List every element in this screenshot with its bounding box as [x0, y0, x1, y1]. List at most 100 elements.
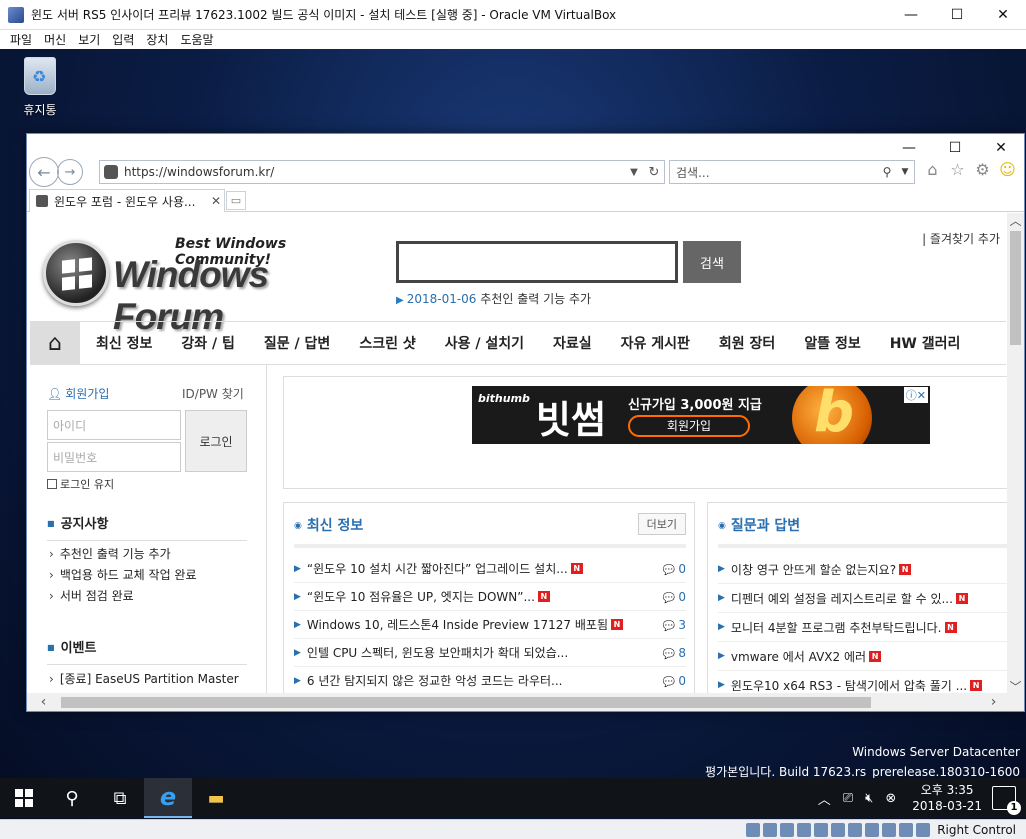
minimize-button[interactable]: — — [888, 0, 934, 30]
refresh-icon[interactable]: ↻ — [644, 165, 664, 180]
menu-view[interactable]: 보기 — [78, 31, 100, 48]
scroll-thumb[interactable] — [1010, 231, 1021, 345]
notice-item[interactable]: 추천인 출력 기능 추가 — [49, 545, 197, 566]
usb-icon[interactable] — [814, 822, 829, 837]
username-input[interactable]: 아이디 — [47, 410, 181, 440]
menu-file[interactable]: 파일 — [10, 31, 32, 48]
list-item[interactable]: ▶ Windows 10, 레드스톤4 Inside Preview 17127 … — [294, 611, 686, 639]
list-item[interactable]: ▶ 모니터 4분할 프로그램 추천부탁드립니다. N — [718, 613, 1008, 642]
list-item[interactable]: ▶ vmware 에서 AVX2 에러 N — [718, 642, 1008, 671]
menu-input[interactable]: 입력 — [112, 31, 134, 48]
site-search-input[interactable] — [396, 241, 678, 283]
clock[interactable]: 오후 3:35 2018-03-21 — [912, 782, 982, 814]
recycle-bin-shortcut[interactable]: 휴지통 — [14, 57, 66, 118]
nav-free-board[interactable]: 자유 게시판 — [621, 333, 690, 353]
find-id-pw-link[interactable]: ID/PW 찾기 — [182, 385, 244, 402]
nav-deals[interactable]: 알뜰 정보 — [804, 333, 860, 353]
display-icon[interactable] — [848, 822, 863, 837]
menu-devices[interactable]: 장치 — [146, 31, 168, 48]
feedback-smiley-icon[interactable]: ☺ — [995, 160, 1020, 179]
keep-login-checkbox[interactable]: 로그인 유지 — [47, 476, 114, 492]
scroll-left-icon[interactable]: ‹ — [35, 693, 52, 711]
nav-reviews[interactable]: 사용 / 설치기 — [445, 333, 524, 353]
more-button[interactable]: 더보기 — [637, 513, 686, 535]
menu-help[interactable]: 도움말 — [180, 31, 213, 48]
signup-label: 회원가입 — [65, 387, 110, 401]
ad-close-icon[interactable]: ⓘ✕ — [903, 387, 928, 403]
nav-hw-gallery[interactable]: HW 갤러리 — [890, 333, 961, 353]
forward-button[interactable]: → — [57, 159, 83, 185]
list-item[interactable]: ▶6 년간 탐지되지 않은 정교한 악성 코드는 라우터...0 — [294, 667, 686, 693]
network-icon[interactable]: ⎚ — [843, 791, 853, 806]
maximize-button[interactable]: ☐ — [934, 0, 980, 30]
home-icon[interactable]: ⌂ — [920, 160, 945, 179]
optical-drive-icon[interactable] — [763, 822, 778, 837]
address-dropdown-icon[interactable]: ▼ — [624, 167, 644, 178]
notice-item[interactable]: 서버 점검 완료 — [49, 587, 197, 608]
password-input[interactable]: 비밀번호 — [47, 442, 181, 472]
favorites-star-icon[interactable]: ☆ — [945, 160, 970, 179]
keyboard-icon[interactable] — [916, 822, 931, 837]
notice-item[interactable]: 백업용 하드 교체 작업 완료 — [49, 566, 197, 587]
list-item[interactable]: ▶ 디펜더 예외 설정을 레지스트리로 할 수 있... N — [718, 584, 1008, 613]
start-button[interactable] — [0, 778, 48, 818]
hard-disk-icon[interactable] — [746, 822, 761, 837]
vertical-scrollbar[interactable]: ︿ ﹀ — [1007, 213, 1024, 696]
taskbar: ⚲ ⧉ e ▬ ︿ ⎚ 🔇︎ ⊗ 오후 3:35 2018-03-21 1 — [0, 778, 1026, 818]
nav-downloads[interactable]: 자료실 — [553, 333, 592, 353]
chevron-up-icon[interactable]: ︿ — [818, 789, 831, 808]
file-explorer-button[interactable]: ▬ — [192, 778, 240, 818]
ie-search-box[interactable]: 검색... ⚲ ▼ — [669, 160, 915, 184]
task-view-button[interactable]: ⧉ — [96, 778, 144, 818]
scroll-right-icon[interactable]: › — [985, 693, 1002, 711]
mouse-integration-icon[interactable] — [899, 822, 914, 837]
notices-title: 공지사항 — [47, 513, 247, 541]
signup-link[interactable]: 👤︎ 회원가입 — [47, 385, 109, 402]
ie-tab-strip: 윈도우 포럼 - 윈도우 사용... ✕ ▭ — [27, 188, 1024, 212]
tab-close-icon[interactable]: ✕ — [208, 194, 224, 208]
gear-icon[interactable]: ⚙ — [970, 160, 995, 179]
search-dropdown-icon[interactable]: ▼ — [896, 167, 914, 177]
add-favorite-link[interactable]: | 즐겨찾기 추가 — [922, 230, 1000, 247]
site-logo[interactable]: Best Windows Community! Windows Forum — [43, 228, 363, 337]
cpu-icon[interactable] — [882, 822, 897, 837]
new-tab-button[interactable]: ▭ — [226, 191, 246, 210]
address-url[interactable]: https://windowsforum.kr/ — [124, 165, 624, 179]
bithumb-ad-banner[interactable]: bithumb 빗썸 신규가입 3,000원 지급 회원가입 ⓘ✕ — [472, 386, 930, 444]
horizontal-scrollbar[interactable]: ‹ › — [27, 693, 1024, 711]
volume-muted-icon[interactable]: 🔇︎ — [865, 791, 873, 806]
shared-folders-icon[interactable] — [831, 822, 846, 837]
nav-latest[interactable]: 최신 정보 — [96, 333, 152, 353]
list-item[interactable]: ▶ 이창 영구 안뜨게 할순 없는지요? N — [718, 555, 1008, 584]
scroll-up-icon[interactable]: ︿ — [1007, 213, 1024, 230]
nav-qna[interactable]: 질문 / 답변 — [264, 333, 330, 353]
list-item[interactable]: ▶“윈도우 10 점유율은 UP, 엣지는 DOWN”...N0 — [294, 583, 686, 611]
search-button[interactable]: ⚲ — [48, 778, 96, 818]
search-icon[interactable]: ⚲ — [878, 165, 896, 179]
video-capture-icon[interactable] — [865, 822, 880, 837]
close-button[interactable]: ✕ — [980, 0, 1026, 30]
ad-cta: 회원가입 — [628, 415, 750, 437]
address-bar[interactable]: https://windowsforum.kr/ ▼ ↻ — [99, 160, 665, 184]
nav-screenshots[interactable]: 스크린 샷 — [359, 333, 415, 353]
h-scroll-thumb[interactable] — [61, 697, 871, 708]
site-search-button[interactable]: 검색 — [683, 241, 741, 283]
event-item[interactable]: [종료] EaseUS Partition Master — [49, 670, 239, 691]
login-button[interactable]: 로그인 — [185, 410, 247, 472]
action-center-button[interactable]: 1 — [992, 786, 1021, 815]
notice-ticker[interactable]: ▶ 2018-01-06 추천인 출력 기능 추가 — [396, 290, 591, 307]
tab-windowsforum[interactable]: 윈도우 포럼 - 윈도우 사용... ✕ — [29, 189, 225, 212]
audio-icon[interactable] — [780, 822, 795, 837]
list-item[interactable]: ▶ 윈도우10 x64 RS3 - 탐색기에서 압축 풀기 ... N — [718, 671, 1008, 693]
home-button[interactable]: ⌂ — [30, 321, 80, 365]
server-edition: Windows Server Datacenter — [852, 745, 1020, 759]
nav-market[interactable]: 회원 장터 — [719, 333, 775, 353]
list-item[interactable]: ▶“윈도우 10 설치 시간 짧아진다” 업그레이드 설치...N0 — [294, 555, 686, 583]
network-adapter-icon[interactable] — [797, 822, 812, 837]
nav-lectures[interactable]: 강좌 / 팁 — [181, 333, 235, 353]
back-button[interactable]: ← — [29, 157, 59, 187]
menu-machine[interactable]: 머신 — [44, 31, 66, 48]
list-item[interactable]: ▶인텔 CPU 스펙터, 윈도용 보안패치가 확대 되었습...8 — [294, 639, 686, 667]
error-icon[interactable]: ⊗ — [885, 791, 896, 806]
ie-taskbar-button[interactable]: e — [144, 778, 192, 818]
